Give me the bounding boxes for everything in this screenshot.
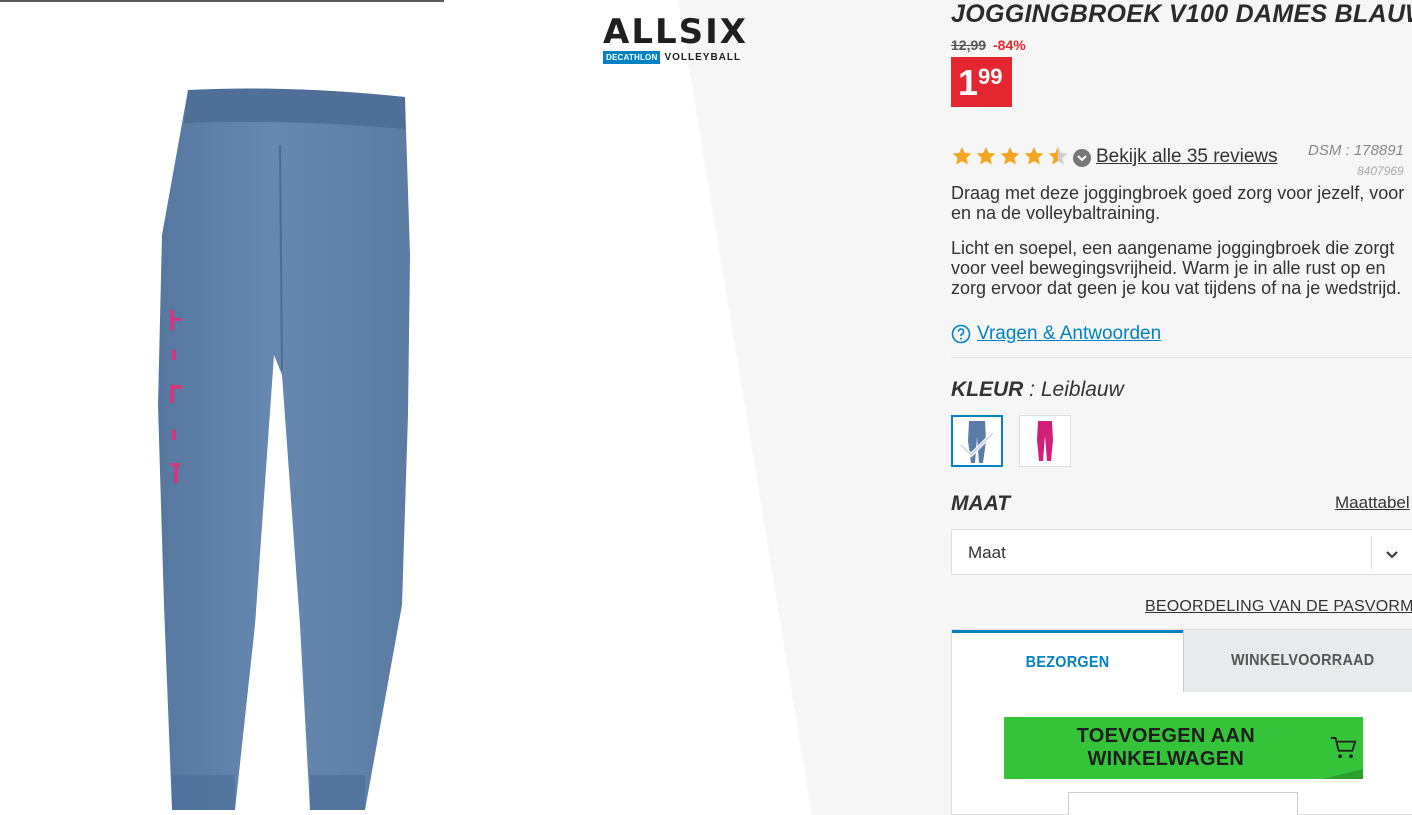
size-label: MAAT: [951, 492, 1011, 515]
button-corner-accent: [1323, 769, 1363, 779]
old-price: 12,99: [951, 37, 987, 53]
colour-value: Leiblauw: [1040, 378, 1124, 401]
reviews-link[interactable]: Bekijk alle 35 reviews: [1096, 146, 1278, 168]
fit-rating-toggle[interactable]: BEOORDELING VAN DE PASVORM: [1145, 598, 1412, 616]
star-half-icon: [1048, 146, 1068, 165]
price-tag: 1 99: [951, 57, 1012, 107]
size-select-value: Maat: [968, 543, 1006, 562]
delivery-tabs: BEZORGEN WINKELVOORRAAD TOEVOEGEN AAN WI…: [951, 629, 1412, 815]
product-image[interactable]: [150, 85, 420, 815]
question-circle-icon: [951, 324, 971, 344]
dsm-code: DSM : 178891: [1308, 142, 1404, 159]
star-icon: [976, 146, 996, 165]
decathlon-badge: DECATHLON: [603, 51, 661, 64]
price-integer: 1: [958, 62, 979, 103]
size-select[interactable]: Maat: [951, 529, 1412, 575]
select-separator: [1371, 536, 1372, 570]
colour-label-title: KLEUR: [951, 378, 1024, 401]
star-icon: [1000, 146, 1020, 165]
brand-name: ALLSIX: [603, 12, 748, 52]
tab-store-stock[interactable]: WINKELVOORRAAD: [1183, 630, 1412, 692]
price-decimals: 99: [978, 64, 1003, 89]
colour-label: KLEUR : Leiblauw: [951, 378, 1124, 402]
qa-link-row[interactable]: Vragen & Antwoorden: [951, 323, 1161, 345]
product-info-panel: JOGGINGBROEK V100 DAMES BLAUW 12,99 -84%…: [951, 0, 1412, 815]
size-chart-link[interactable]: Maattabel: [1335, 493, 1410, 513]
chevron-down-icon[interactable]: [1073, 149, 1091, 167]
reference-code: 8407969: [1357, 164, 1404, 178]
cart-icon: [1330, 737, 1356, 759]
product-page: ALLSIX DECATHLON VOLLEYBALL JOGGINGBROEK…: [0, 0, 1412, 815]
fit-rating-link[interactable]: BEOORDELING VAN DE PASVORM: [1145, 598, 1412, 616]
tab-delivery[interactable]: BEZORGEN: [952, 630, 1183, 692]
product-title: JOGGINGBROEK V100 DAMES BLAUW: [951, 0, 1412, 28]
top-divider: [0, 0, 444, 2]
star-icon: [952, 146, 972, 165]
product-description-2: Licht en soepel, een aangename joggingbr…: [951, 238, 1402, 298]
chevron-down-icon: [1386, 551, 1398, 559]
tab-delivery-label: BEZORGEN: [1025, 653, 1110, 671]
add-to-cart-button[interactable]: TOEVOEGEN AAN WINKELWAGEN: [1004, 717, 1363, 779]
colour-swatch-pink[interactable]: [1019, 415, 1071, 467]
add-to-cart-label: TOEVOEGEN AAN WINKELWAGEN: [1076, 725, 1255, 770]
colour-swatch-blue[interactable]: [951, 415, 1003, 467]
divider: [951, 357, 1412, 358]
brand-sport: VOLLEYBALL: [664, 52, 742, 63]
product-description-1: Draag met deze joggingbroek goed zorg vo…: [951, 183, 1405, 223]
tab-store-stock-label: WINKELVOORRAAD: [1231, 652, 1375, 669]
brand-subline: DECATHLON VOLLEYBALL: [603, 51, 743, 64]
qa-link[interactable]: Vragen & Antwoorden: [977, 323, 1161, 345]
discount-badge: -84%: [993, 37, 1026, 53]
rating-stars[interactable]: [951, 145, 1069, 167]
brand-logo[interactable]: ALLSIX DECATHLON VOLLEYBALL: [603, 12, 748, 64]
secondary-box[interactable]: [1068, 792, 1298, 815]
star-icon: [1024, 146, 1044, 165]
colour-separator: :: [1023, 378, 1041, 401]
